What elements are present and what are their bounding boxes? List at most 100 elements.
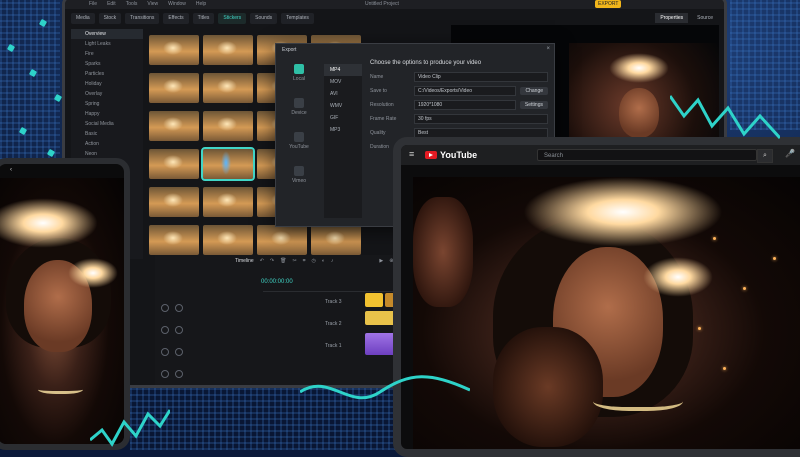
tab-titles[interactable]: Titles <box>192 12 215 24</box>
sidebar-item[interactable]: Social Media <box>71 119 143 129</box>
track-label: Track 1 <box>325 343 342 349</box>
tab-sounds[interactable]: Sounds <box>250 12 278 24</box>
menu-view[interactable]: View <box>147 1 158 7</box>
track-controls[interactable] <box>155 299 183 317</box>
format-option[interactable]: MP4 <box>324 64 362 76</box>
thumbnail-glow <box>217 231 237 245</box>
track-controls[interactable] <box>155 343 183 361</box>
back-arrow-icon[interactable]: ‹ <box>10 167 12 173</box>
youtube-logo[interactable]: YouTube <box>425 150 477 160</box>
sidebar-item[interactable]: Spring <box>71 99 143 109</box>
hamburger-menu-icon[interactable]: ≡ <box>409 149 414 159</box>
menu-window[interactable]: Window <box>168 1 186 7</box>
teal-wave-decoration <box>90 409 170 447</box>
sticker-thumbnail[interactable] <box>203 111 253 141</box>
menu-help[interactable]: Help <box>196 1 206 7</box>
export-field-button[interactable]: Change <box>520 87 548 95</box>
export-target-youtube[interactable]: YouTube <box>280 132 318 162</box>
timeline-tab[interactable]: Timeline <box>235 258 254 264</box>
tab-stickers[interactable]: Stickers <box>218 12 247 24</box>
sticker-thumbnail[interactable] <box>311 225 361 255</box>
menu-tools[interactable]: Tools <box>126 1 138 7</box>
tab-stock[interactable]: Stock <box>98 12 122 24</box>
face <box>619 88 659 138</box>
sidebar-item[interactable]: Fire <box>71 49 143 59</box>
sticker-thumbnail[interactable] <box>203 73 253 103</box>
export-dialog-title: Export <box>282 47 297 53</box>
timeline-clip[interactable] <box>365 293 383 307</box>
export-badge-button[interactable]: EXPORT <box>595 0 622 8</box>
play-icon[interactable]: ▶ <box>379 258 383 264</box>
sticker-thumbnail[interactable] <box>149 187 199 217</box>
track-controls[interactable] <box>155 365 183 383</box>
undo-icon[interactable]: ↶ <box>260 258 264 264</box>
close-icon[interactable]: × <box>546 46 550 52</box>
sidebar-item[interactable]: Light Leaks <box>71 39 143 49</box>
sidebar-item[interactable]: Action <box>71 139 143 149</box>
tab-effects[interactable]: Effects <box>163 12 189 24</box>
color-icon[interactable]: ◐ <box>322 258 325 264</box>
sidebar-item[interactable]: Basic <box>71 129 143 139</box>
export-field-input[interactable]: Video Clip <box>414 72 548 82</box>
export-target-device[interactable]: Device <box>280 98 318 128</box>
sticker-thumbnail[interactable] <box>149 73 199 103</box>
tab-source[interactable]: Source <box>692 13 718 23</box>
export-field-input[interactable]: C:/Videos/Exports/Video <box>414 86 517 96</box>
sidebar-item-label: Fire <box>85 51 94 57</box>
format-option[interactable]: WMV <box>324 100 362 112</box>
sticker-thumbnail[interactable] <box>201 147 255 181</box>
menu-edit[interactable]: Edit <box>107 1 116 7</box>
youtube-logo-text: YouTube <box>440 150 478 160</box>
sidebar-item[interactable]: Happy <box>71 109 143 119</box>
export-field-input[interactable]: 30 fps <box>414 114 548 124</box>
speed-icon[interactable]: ◷ <box>312 258 316 264</box>
export-field-input[interactable]: 1920*1080 <box>414 100 516 110</box>
sticker-thumbnail[interactable] <box>203 187 253 217</box>
sidebar-item[interactable]: Sparks <box>71 59 143 69</box>
thumbnail-glow <box>217 193 237 207</box>
audio-icon[interactable]: ♪ <box>331 258 334 264</box>
youtube-icon <box>294 132 304 142</box>
necklace <box>38 383 83 394</box>
pixel-pattern-left <box>0 0 60 160</box>
youtube-header: ≡ YouTube Search ⌕ 🎤 <box>401 145 800 165</box>
delete-icon[interactable]: 🗑 <box>280 258 286 264</box>
cut-icon[interactable]: ✂ <box>292 258 296 264</box>
track-controls[interactable] <box>155 321 183 339</box>
youtube-video[interactable] <box>413 177 800 449</box>
export-field-button[interactable]: Settings <box>519 101 548 109</box>
format-option[interactable]: MP3 <box>324 124 362 136</box>
microphone-icon[interactable]: 🎤 <box>785 149 795 158</box>
menu-file[interactable]: File <box>89 1 97 7</box>
sticker-thumbnail[interactable] <box>257 225 307 255</box>
sparkler-glow <box>523 177 723 247</box>
tab-templates[interactable]: Templates <box>281 12 314 24</box>
sticker-thumbnail[interactable] <box>149 35 199 65</box>
thumbnail-glow <box>217 117 237 131</box>
youtube-search-input[interactable]: Search <box>537 149 757 161</box>
sidebar-item-label: Social Media <box>85 121 114 127</box>
tab-properties[interactable]: Properties <box>655 13 689 23</box>
format-option[interactable]: AVI <box>324 88 362 100</box>
redo-icon[interactable]: ↷ <box>270 258 274 264</box>
format-option[interactable]: GIF <box>324 112 362 124</box>
teal-wave-decoration <box>670 95 780 140</box>
crop-icon[interactable]: ⌗ <box>303 258 306 264</box>
sticker-thumbnail[interactable] <box>149 225 199 255</box>
tab-transitions[interactable]: Transitions <box>125 12 160 24</box>
export-target-label: Device <box>291 110 307 116</box>
sidebar-item[interactable]: Particles <box>71 69 143 79</box>
sidebar-item[interactable]: Holiday <box>71 79 143 89</box>
sidebar-item[interactable]: Overlay <box>71 89 143 99</box>
sticker-thumbnail[interactable] <box>149 111 199 141</box>
export-target-vimeo[interactable]: Vimeo <box>280 166 318 196</box>
sticker-thumbnail[interactable] <box>203 35 253 65</box>
format-option[interactable]: MOV <box>324 76 362 88</box>
tab-media[interactable]: Media <box>71 12 95 24</box>
sidebar-item[interactable]: Overview <box>71 29 143 39</box>
export-target-local[interactable]: Local <box>280 64 318 94</box>
search-icon[interactable]: ⌕ <box>757 149 773 163</box>
sticker-thumbnail[interactable] <box>149 149 199 179</box>
sticker-thumbnail[interactable] <box>203 225 253 255</box>
media-toolbar: Media Stock Transitions Effects Titles S… <box>71 11 718 25</box>
